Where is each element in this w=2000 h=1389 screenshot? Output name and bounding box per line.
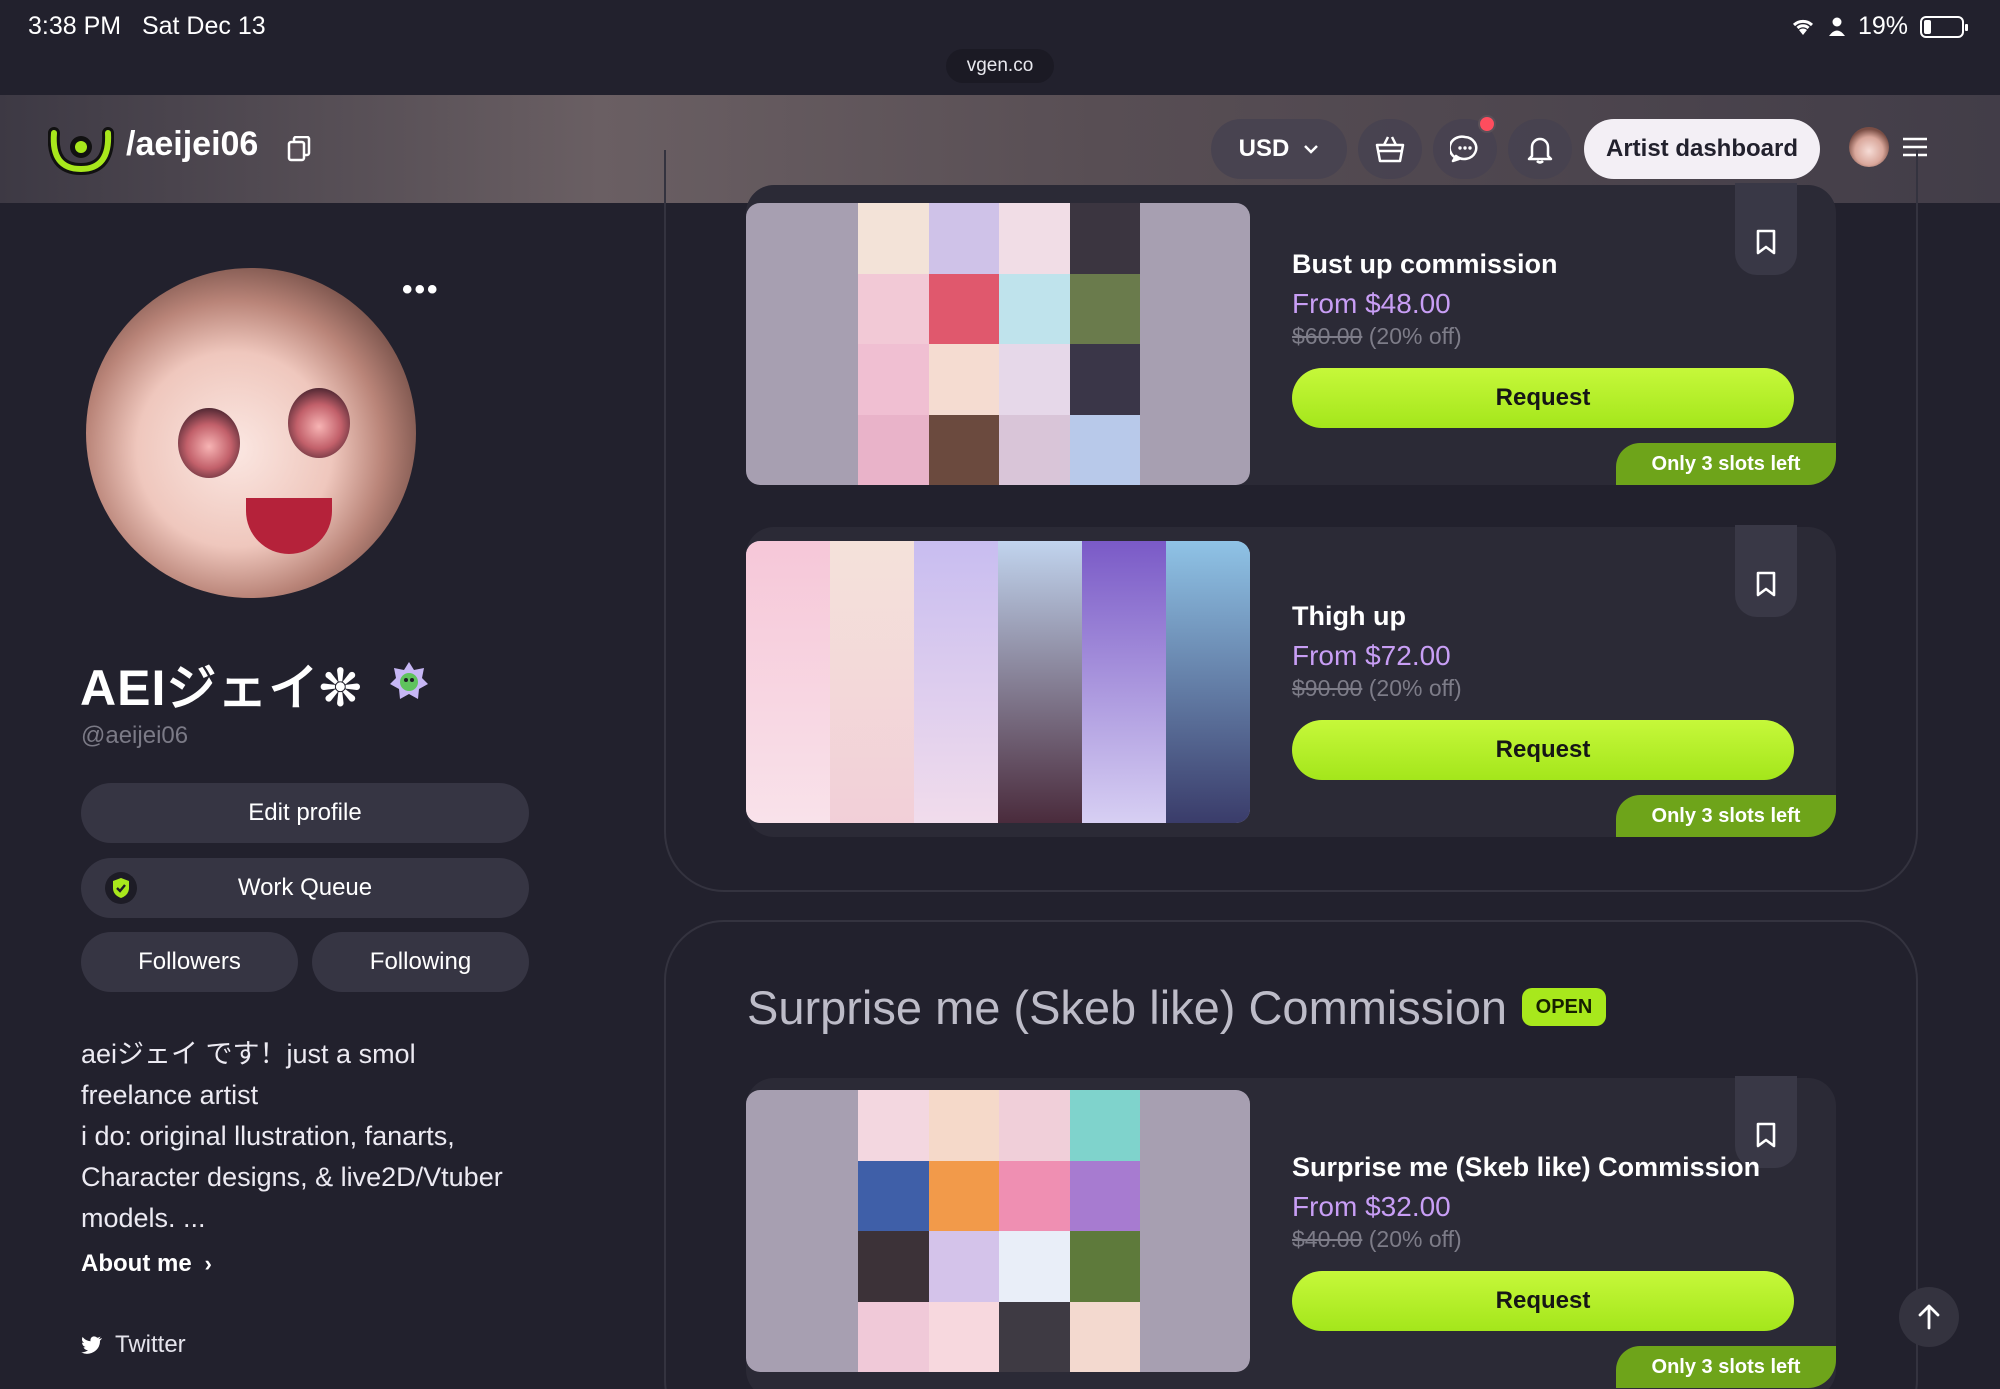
work-queue-button[interactable]: Work Queue: [81, 858, 529, 918]
status-date: Sat Dec 13: [141, 12, 266, 40]
service-discount: $60.00 (20% off): [1292, 323, 1462, 350]
display-name: AEIジェイ❊: [80, 660, 363, 716]
notification-dot: [1478, 115, 1496, 133]
service-title: Bust up commission: [1292, 249, 1558, 279]
service-title: Thigh up: [1292, 601, 1406, 631]
profile-bio: aeiジェイ です！just a smol freelance artist i…: [81, 1034, 521, 1239]
status-indicators: 19%: [1790, 12, 1968, 41]
portfolio-grid: [858, 203, 1140, 485]
slots-left-badge: Only 3 slots left: [1616, 1346, 1836, 1388]
username: @aeijei06: [81, 722, 189, 749]
scroll-to-top-button[interactable]: [1899, 1287, 1959, 1347]
discount-percent: (20% off): [1368, 1226, 1462, 1252]
service-price: From $32.00: [1292, 1191, 1451, 1222]
twitter-label: Twitter: [115, 1331, 186, 1358]
service-price: From $48.00: [1292, 288, 1451, 319]
bookmark-button[interactable]: [1735, 525, 1797, 617]
portfolio-grid: [858, 1090, 1140, 1372]
about-me-link[interactable]: About me ›: [81, 1250, 212, 1278]
old-price: $90.00: [1292, 675, 1363, 701]
copy-icon[interactable]: [287, 136, 311, 162]
discount-percent: (20% off): [1368, 675, 1462, 701]
status-bar: 3:38 PM Sat Dec 13 19% vgen.co: [0, 0, 2000, 95]
person-icon: [1828, 17, 1845, 36]
service-price: From $72.00: [1292, 640, 1451, 671]
verified-check-icon: [105, 872, 137, 904]
url-bar[interactable]: vgen.co: [946, 49, 1054, 83]
avatar-eye-right: [288, 388, 350, 458]
bookmark-icon: [1756, 229, 1776, 255]
bio-line: Character designs, & live2D/Vtuber: [81, 1162, 503, 1192]
sticker-badge-icon: [390, 662, 428, 699]
bookmark-icon: [1756, 1122, 1776, 1148]
request-button[interactable]: Request: [1292, 368, 1794, 428]
section-title: Surprise me (Skeb like) Commission: [747, 981, 1508, 1034]
request-button[interactable]: Request: [1292, 720, 1794, 780]
profile-avatar: [86, 268, 416, 598]
portfolio-strip: [746, 541, 1250, 823]
profile-handle: /aeijei06: [126, 125, 259, 163]
work-queue-label: Work Queue: [237, 874, 373, 901]
bio-line: aeiジェイ です！just a smol: [81, 1039, 416, 1069]
service-image[interactable]: [746, 541, 1250, 823]
slots-left-badge: Only 3 slots left: [1616, 443, 1836, 485]
vgen-logo-icon[interactable]: [48, 123, 114, 175]
more-options-button[interactable]: •••: [402, 273, 440, 307]
bookmark-button[interactable]: [1735, 183, 1797, 275]
arrow-up-icon: [1918, 1304, 1940, 1330]
slots-left-badge: Only 3 slots left: [1616, 795, 1836, 837]
twitter-bird-icon: [81, 1336, 102, 1354]
service-card[interactable]: Bust up commission From $48.00 $60.00 (2…: [746, 183, 1836, 485]
open-status-badge: OPEN: [1522, 988, 1606, 1026]
bio-line: freelance artist: [81, 1080, 259, 1110]
battery-icon: [1920, 15, 1968, 38]
chevron-right-icon: ›: [198, 1251, 212, 1276]
request-button[interactable]: Request: [1292, 1271, 1794, 1331]
edit-profile-button[interactable]: Edit profile: [81, 783, 529, 843]
status-time: 3:38 PM Sat Dec 13: [28, 12, 266, 40]
bookmark-icon: [1756, 571, 1776, 597]
old-price: $60.00: [1292, 323, 1363, 349]
wifi-icon: [1792, 19, 1813, 35]
service-card[interactable]: Surprise me (Skeb like) Commission From …: [746, 1076, 1836, 1389]
service-card[interactable]: Thigh up From $72.00 $90.00 (20% off) Re…: [746, 525, 1836, 837]
service-discount: $90.00 (20% off): [1292, 675, 1462, 702]
bio-line: models. ...: [81, 1203, 206, 1233]
service-title: Surprise me (Skeb like) Commission: [1292, 1152, 1761, 1182]
discount-percent: (20% off): [1368, 323, 1462, 349]
bio-line: i do: original llustration, fanarts,: [81, 1121, 455, 1151]
avatar-mouth: [246, 498, 332, 554]
about-me-label: About me: [81, 1250, 192, 1277]
old-price: $40.00: [1292, 1226, 1363, 1252]
battery-percent: 19%: [1857, 12, 1908, 40]
service-image[interactable]: [746, 1090, 1250, 1372]
twitter-link[interactable]: Twitter: [81, 1331, 186, 1359]
service-image[interactable]: [746, 203, 1250, 485]
following-button[interactable]: Following: [312, 932, 529, 992]
avatar-eye-left: [178, 408, 240, 478]
service-discount: $40.00 (20% off): [1292, 1226, 1462, 1253]
followers-button[interactable]: Followers: [81, 932, 298, 992]
